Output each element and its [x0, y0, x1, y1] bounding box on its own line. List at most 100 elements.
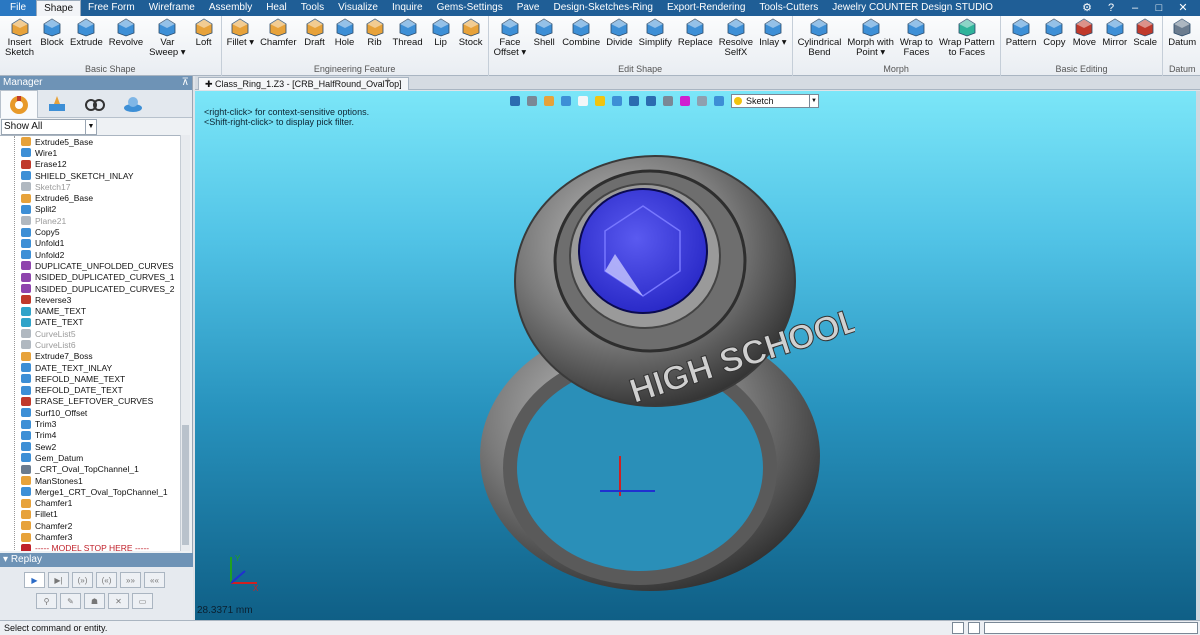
filter-icon[interactable] — [714, 95, 724, 106]
mode-select[interactable]: Sketch ▼ — [731, 93, 819, 108]
tree-item[interactable]: Split2 — [0, 204, 190, 215]
edit-icon[interactable]: ✎ — [60, 593, 81, 609]
tree-item[interactable]: Fillet1 — [0, 509, 190, 520]
cylindrical-button[interactable]: Cylindrical Bend — [795, 16, 845, 58]
wrap-to-button[interactable]: Wrap to Faces — [897, 16, 936, 58]
tree-item[interactable]: Sketch17 — [0, 181, 190, 192]
tree-item[interactable]: Merge1_CRT_Oval_TopChannel_1 — [0, 486, 190, 497]
tree-item[interactable]: NSIDED_DUPLICATED_CURVES_2 — [0, 283, 190, 294]
render-icon[interactable] — [544, 95, 554, 106]
menu-visualize[interactable]: Visualize — [331, 0, 385, 16]
scrollbar-thumb[interactable] — [182, 425, 189, 545]
help-icon[interactable]: ? — [1104, 0, 1118, 16]
replace-button[interactable]: Replace — [675, 16, 716, 48]
light-icon[interactable] — [595, 95, 605, 106]
menu-tools-cutters[interactable]: Tools-Cutters — [752, 0, 825, 16]
color-icon[interactable] — [680, 95, 690, 106]
material-icon[interactable] — [697, 95, 707, 106]
tree-item[interactable]: Sew2 — [0, 441, 190, 452]
cube-icon[interactable] — [561, 95, 571, 106]
stock-button[interactable]: Stock — [456, 16, 486, 48]
extrude-button[interactable]: Extrude — [67, 16, 106, 48]
tree-item[interactable]: NAME_TEXT — [0, 305, 190, 316]
delete-icon[interactable]: ✕ — [108, 593, 129, 609]
copy-button[interactable]: Copy — [1039, 16, 1069, 48]
tree-item[interactable]: Erase12 — [0, 159, 190, 170]
shell-button[interactable]: Shell — [529, 16, 559, 48]
tree-item[interactable]: Copy5 — [0, 226, 190, 237]
menu-gems-settings[interactable]: Gems-Settings — [430, 0, 510, 16]
pick-icon[interactable] — [510, 95, 520, 106]
tree-item[interactable]: Wire1 — [0, 147, 190, 158]
menu-jewelry-counter-design-studio[interactable]: Jewelry COUNTER Design STUDIO — [825, 0, 1000, 16]
menu-design-sketches-ring[interactable]: Design-Sketches-Ring — [547, 0, 661, 16]
viewport-scrollbar[interactable] — [1196, 91, 1200, 620]
folder-icon[interactable]: ▭ — [132, 593, 153, 609]
step-end-button[interactable]: ▶| — [48, 572, 69, 588]
tree-item[interactable]: ManStones1 — [0, 475, 190, 486]
menu-heal[interactable]: Heal — [259, 0, 294, 16]
combine-button[interactable]: Combine — [559, 16, 603, 48]
menu-assembly[interactable]: Assembly — [202, 0, 259, 16]
play-button[interactable]: ▶ — [24, 572, 45, 588]
rewind-button[interactable]: «« — [144, 572, 165, 588]
tree-item[interactable]: Unfold1 — [0, 238, 190, 249]
tree-item[interactable]: Surf10_Offset — [0, 407, 190, 418]
3d-viewport[interactable]: Sketch ▼ <right-click> for context-sensit… — [195, 91, 1200, 620]
tree-item[interactable]: CurveList6 — [0, 339, 190, 350]
thread-button[interactable]: Thread — [390, 16, 426, 48]
tree-item[interactable]: ERASE_LEFTOVER_CURVES — [0, 396, 190, 407]
tree-item[interactable]: Gem_Datum — [0, 452, 190, 463]
tree-item[interactable]: Reverse3 — [0, 294, 190, 305]
tree-item[interactable]: _CRT_Oval_TopChannel_1 — [0, 464, 190, 475]
tree-item[interactable]: NSIDED_DUPLICATED_CURVES_1 — [0, 272, 190, 283]
resolve-button[interactable]: Resolve SelfX — [716, 16, 756, 58]
datum-button[interactable]: Datum — [1165, 16, 1199, 48]
tree-item[interactable]: Chamfer2 — [0, 520, 190, 531]
menu-export-rendering[interactable]: Export-Rendering — [660, 0, 752, 16]
move-button[interactable]: Move — [1069, 16, 1099, 48]
status-toggle-icon[interactable] — [952, 622, 964, 634]
tree-item[interactable]: CurveList5 — [0, 328, 190, 339]
fast-forward-button[interactable]: »» — [120, 572, 141, 588]
lip-button[interactable]: Lip — [426, 16, 456, 48]
chamfer-button[interactable]: Chamfer — [257, 16, 299, 48]
tree-item[interactable]: DATE_TEXT — [0, 317, 190, 328]
tree-item[interactable]: Extrude6_Base — [0, 192, 190, 203]
tab-history[interactable] — [0, 90, 38, 118]
inlay-button[interactable]: Inlay ▾ — [756, 16, 789, 48]
mirror-button[interactable]: Mirror — [1099, 16, 1130, 48]
maximize-icon[interactable]: □ — [1152, 0, 1166, 16]
draft-button[interactable]: Draft — [300, 16, 330, 48]
grid-icon[interactable] — [629, 95, 639, 106]
tree-scrollbar[interactable] — [180, 135, 190, 551]
morph-with-button[interactable]: Morph with Point ▾ — [844, 16, 896, 58]
face-button[interactable]: Face Offset ▾ — [491, 16, 530, 58]
tree-item[interactable]: Trim3 — [0, 418, 190, 429]
tree-item[interactable]: Extrude7_Boss — [0, 351, 190, 362]
menu-inquire[interactable]: Inquire — [385, 0, 430, 16]
layer-icon[interactable] — [663, 95, 673, 106]
block-button[interactable]: Block — [37, 16, 67, 48]
var-button[interactable]: Var Sweep ▾ — [146, 16, 188, 58]
tree-item[interactable]: Chamfer1 — [0, 498, 190, 509]
person-icon[interactable]: ☗ — [84, 593, 105, 609]
menu-pave[interactable]: Pave — [510, 0, 547, 16]
document-tab[interactable]: ✚ Class_Ring_1.Z3 - [CRB_HalfRound_OvalT… — [198, 77, 409, 90]
command-input[interactable] — [984, 622, 1198, 634]
tree-item[interactable]: REFOLD_NAME_TEXT — [0, 373, 190, 384]
tab-assembly[interactable] — [114, 90, 152, 118]
simplify-button[interactable]: Simplify — [636, 16, 675, 48]
tab-view[interactable] — [76, 90, 114, 118]
loft-button[interactable]: Loft — [189, 16, 219, 48]
section-icon[interactable] — [646, 95, 656, 106]
revolve-button[interactable]: Revolve — [106, 16, 146, 48]
rib-button[interactable]: Rib — [360, 16, 390, 48]
tree-item[interactable]: REFOLD_DATE_TEXT — [0, 385, 190, 396]
tree-item[interactable]: SHIELD_SKETCH_INLAY — [0, 170, 190, 181]
status-window-icon[interactable] — [968, 622, 980, 634]
model-stop-marker[interactable]: ----- MODEL STOP HERE ----- — [0, 543, 190, 551]
divide-button[interactable]: Divide — [603, 16, 635, 48]
close-icon[interactable]: ✕ — [1176, 0, 1190, 16]
tree-item[interactable]: Extrude5_Base — [0, 136, 190, 147]
